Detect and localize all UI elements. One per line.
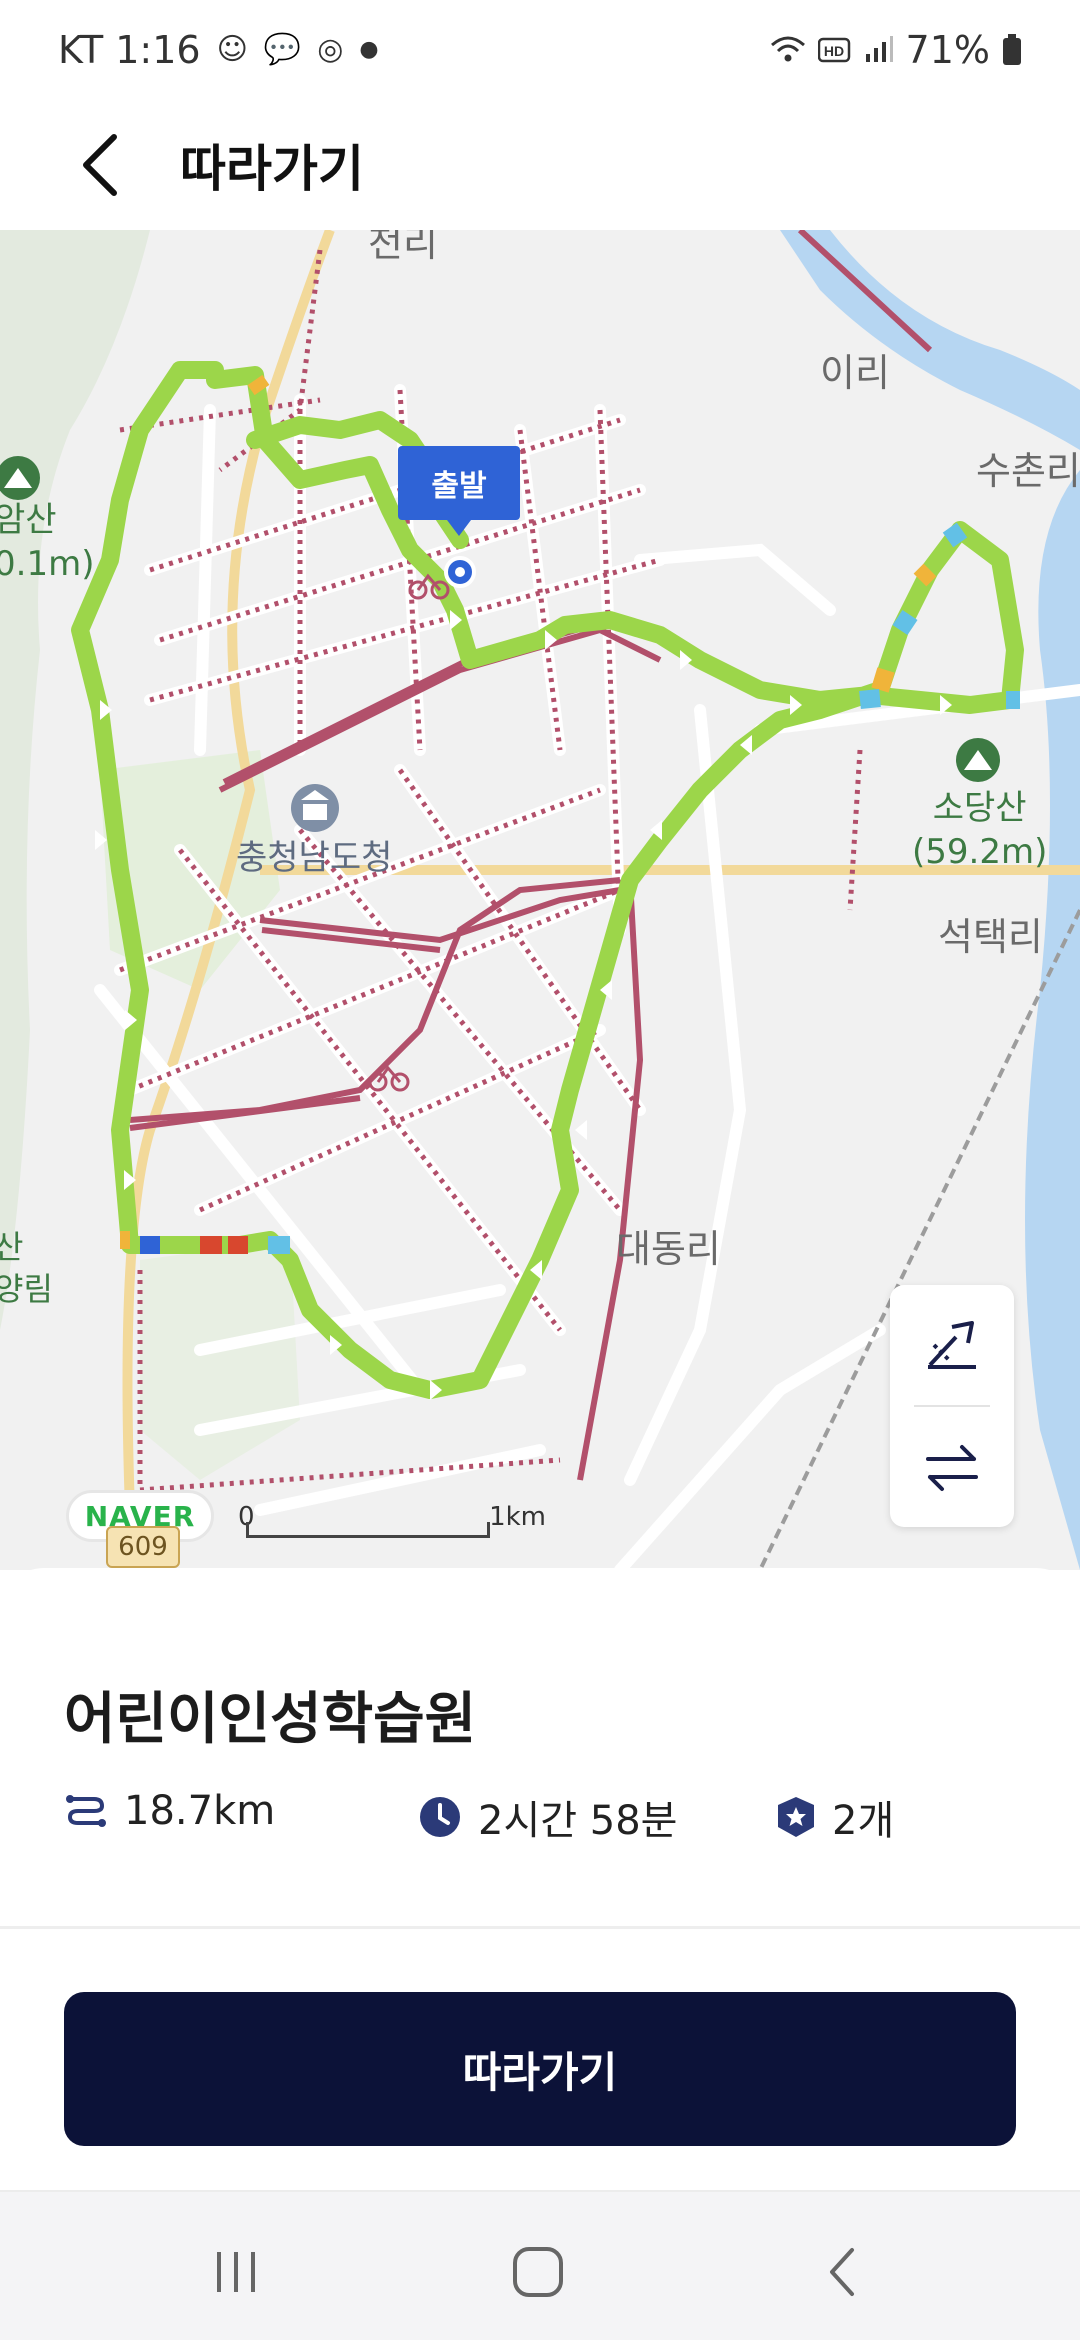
wifi-icon: [770, 36, 805, 62]
route-distance-icon: [66, 1795, 106, 1827]
carrier-time: KT 1:16: [58, 28, 201, 72]
chat-bubble-icon: 💬: [263, 32, 302, 67]
back-icon: [830, 2248, 854, 2296]
badge-star-icon: [778, 1797, 814, 1837]
heart-face-icon: ☺: [216, 32, 248, 67]
page-title: 따라가기: [180, 140, 364, 198]
map-label-gov-office: 충청남도청: [236, 838, 393, 878]
recent-apps-icon: [217, 2252, 255, 2292]
battery-percent: 71%: [905, 28, 990, 72]
signal-icon: [865, 36, 893, 62]
course-info-sheet: 어린이인성학습원 18.7km 2시간 58분 2개 따라가기: [0, 1568, 1080, 2190]
badge-stat: 2개: [776, 1788, 894, 1846]
svg-text:HD: HD: [823, 43, 843, 59]
duration-stat: 2시간 58분: [418, 1788, 677, 1846]
sodangsan-name: 소당산: [932, 788, 1027, 828]
distance-value: 18.7km: [124, 1788, 276, 1834]
river-north: [780, 230, 1080, 450]
system-nav-bar: [0, 2190, 1080, 2340]
duration-value: 2시간 58분: [478, 1798, 678, 1844]
distance-stat: 18.7km: [64, 1788, 275, 1834]
road-number-badge: 609: [106, 1526, 180, 1568]
route-map[interactable]: 천리 이리 수촌리 암산 0.1m) 충청남도청 소당산 (59.2m) 석택리…: [0, 230, 1080, 1570]
course-stats: 18.7km 2시간 58분 2개: [64, 1788, 1044, 1848]
follow-button[interactable]: 따라가기: [64, 1992, 1016, 2146]
back-button[interactable]: [70, 125, 130, 205]
amsan-height: 0.1m): [0, 544, 95, 584]
map-label-seoktaek: 석택리: [938, 915, 1043, 959]
map-label-amsan: 암산 0.1m): [0, 498, 94, 586]
map-scale: 0 1km: [238, 1502, 546, 1542]
course-title: 어린이인성학습원: [64, 1687, 477, 1752]
status-bar: KT 1:16 ☺ 💬 ◎ ● HD 71%: [0, 0, 1080, 100]
home-icon: [513, 2247, 563, 2297]
badge-count: 2개: [832, 1798, 895, 1844]
sync-face-icon: ◎: [317, 32, 344, 67]
scale-tick-right: [487, 1522, 490, 1538]
start-marker-label[interactable]: 출발: [398, 446, 520, 536]
dot-icon: ●: [359, 37, 379, 62]
battery-icon: [1003, 34, 1021, 65]
amsan-name: 암산: [0, 500, 57, 540]
elevation-button[interactable]: [890, 1285, 1014, 1405]
elevation-icon: [928, 1321, 976, 1369]
map-label-sodangsan: 소당산 (59.2m): [912, 786, 1047, 874]
map-label-left-san: 산: [0, 1228, 24, 1266]
map-tools-panel: [890, 1285, 1014, 1527]
map-label-iri: 이리: [820, 351, 890, 395]
nav-back-button[interactable]: [782, 2232, 902, 2312]
chevron-left-icon: [83, 134, 117, 196]
app-bar: 따라가기: [0, 100, 1080, 230]
scale-line: [246, 1535, 490, 1538]
map-label-left-rim: 양림: [0, 1270, 53, 1308]
river-east: [1025, 470, 1080, 1570]
recent-apps-button[interactable]: [176, 2232, 296, 2312]
scale-tick-left: [246, 1522, 249, 1538]
section-divider: [0, 1926, 1080, 1929]
swap-direction-icon: [926, 1445, 978, 1491]
map-label-suchon: 수촌리: [976, 449, 1080, 493]
hd-voice-icon: HD: [817, 37, 850, 63]
clock-icon: [420, 1797, 460, 1837]
map-label-daedong: 대동리: [616, 1227, 721, 1271]
home-button[interactable]: [478, 2232, 598, 2312]
swap-direction-button[interactable]: [890, 1407, 1014, 1527]
sodangsan-height: (59.2m): [912, 832, 1048, 872]
scale-end: 1km: [489, 1502, 546, 1532]
map-label-top-left: 천리: [368, 230, 438, 265]
